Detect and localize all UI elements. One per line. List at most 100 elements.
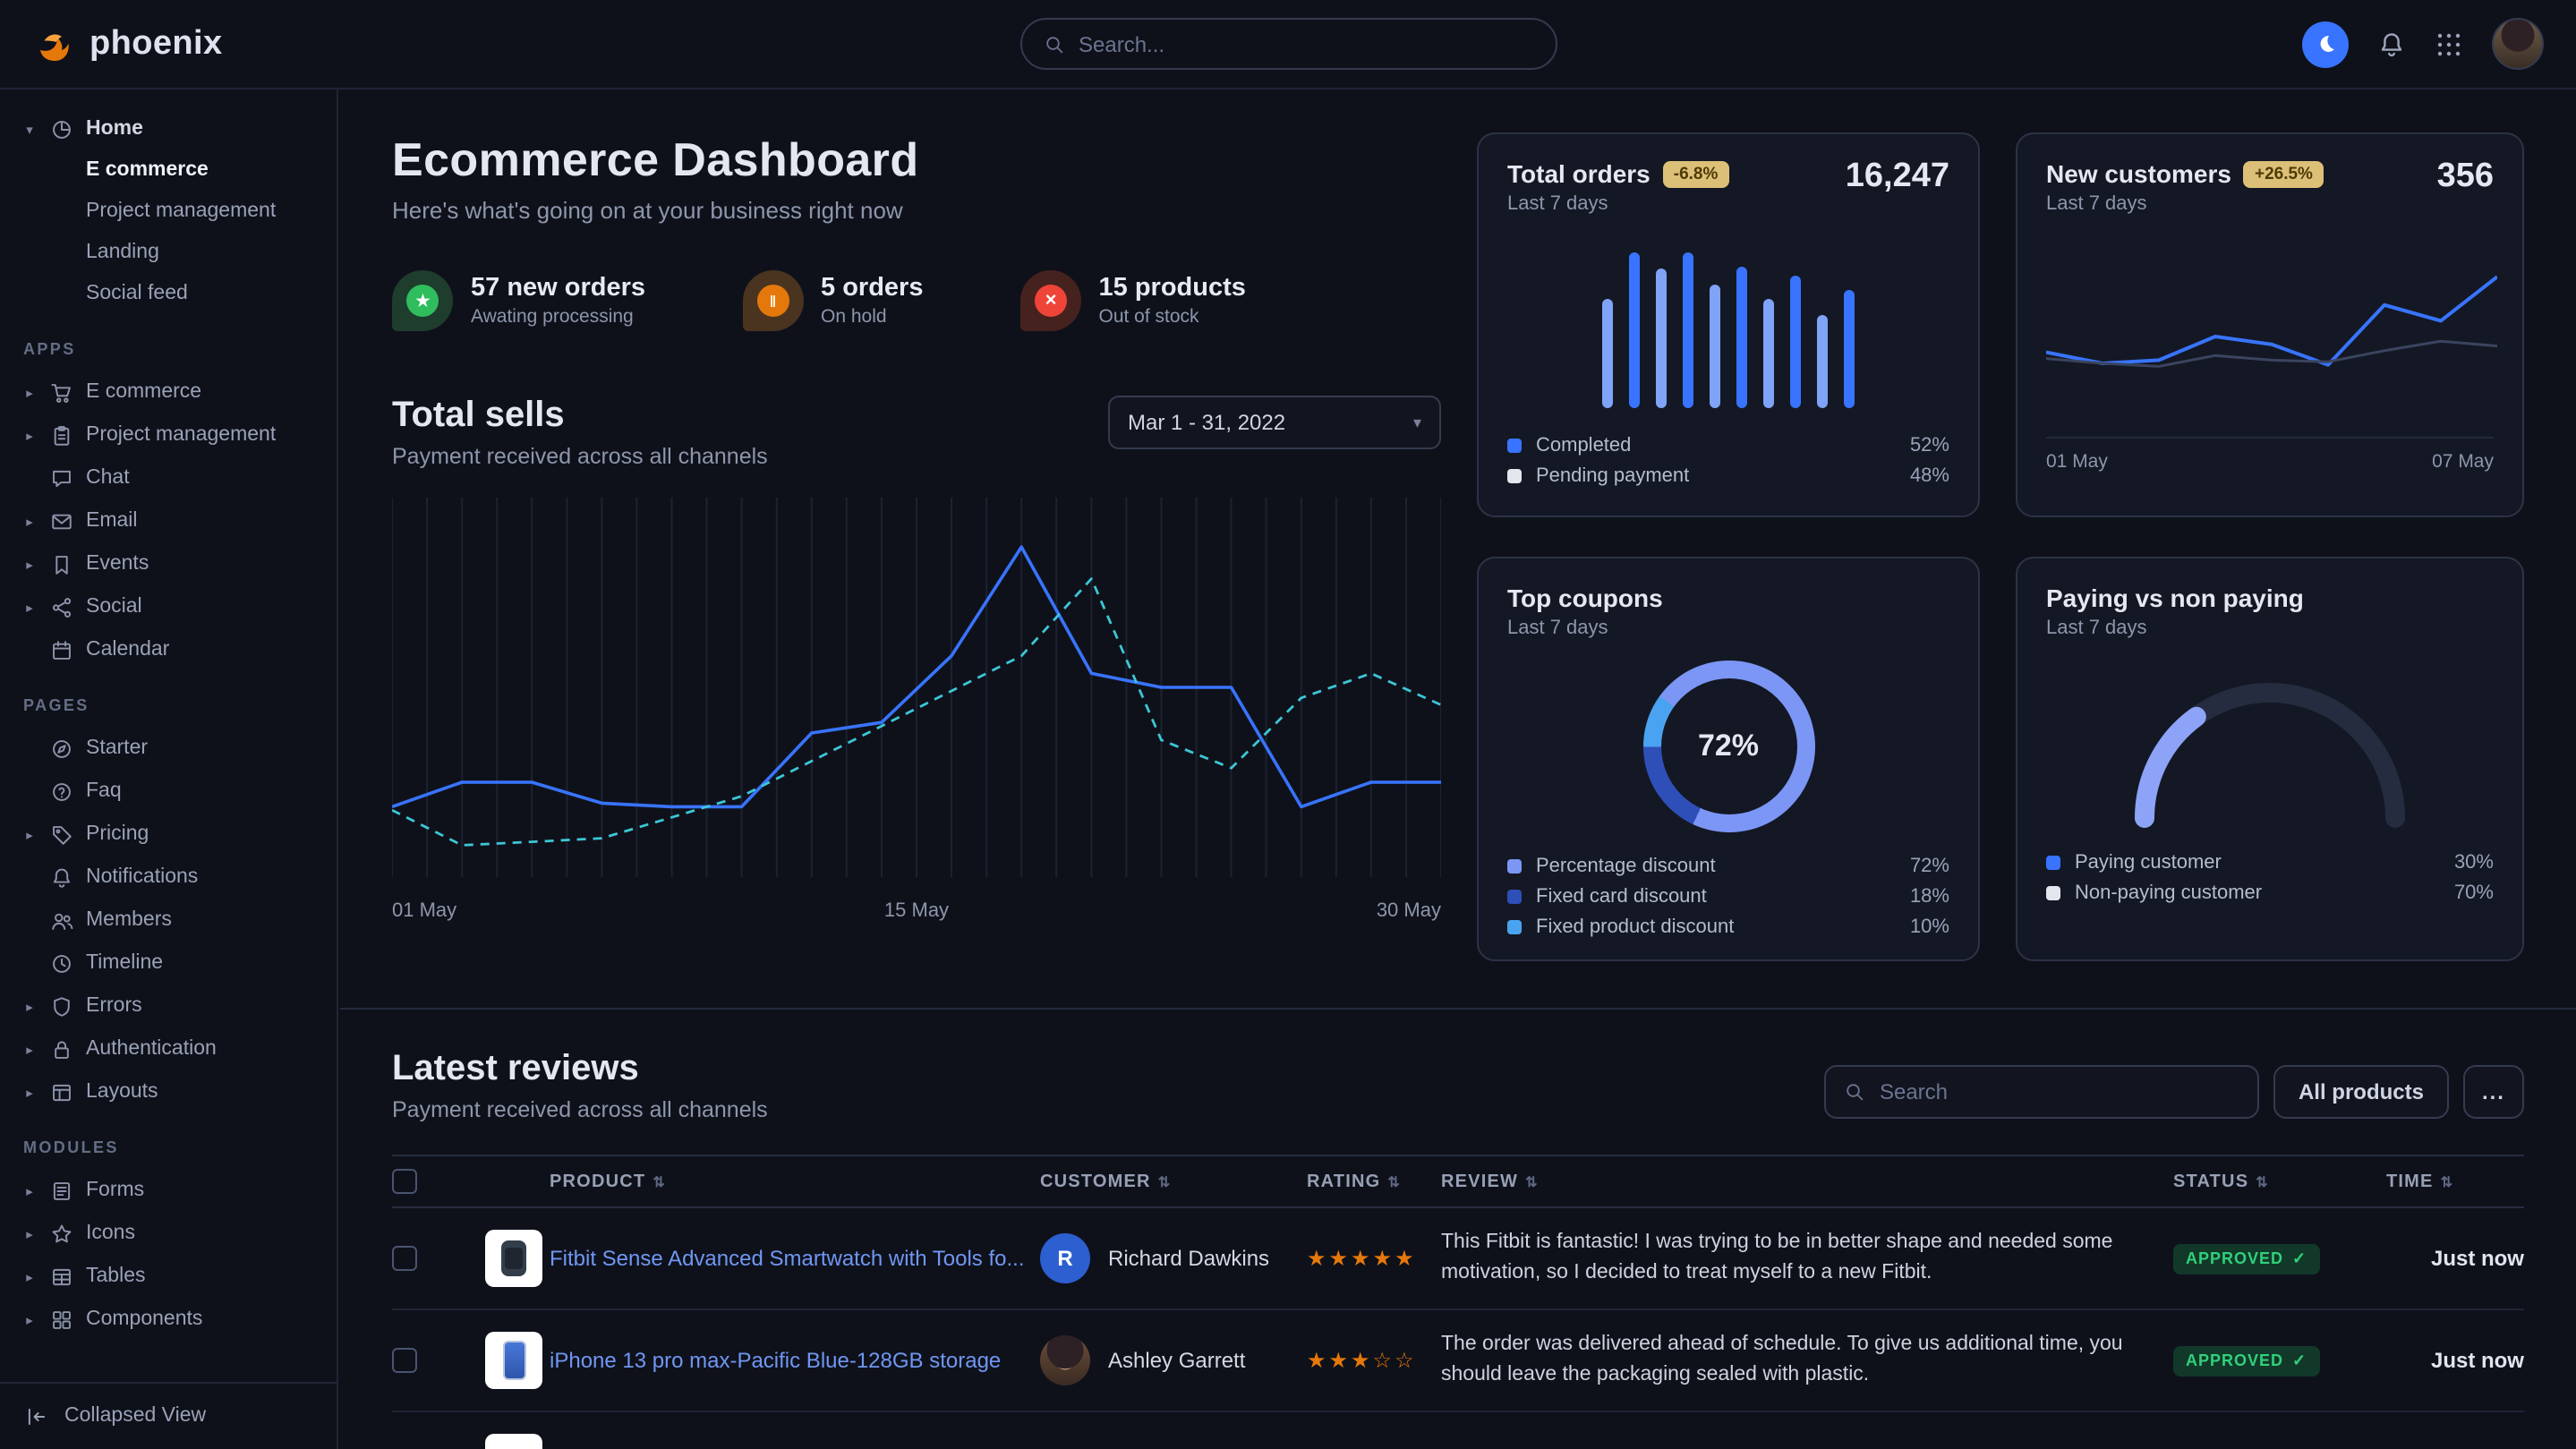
stat-out-of-stock: ×15 productsOut of stock xyxy=(1020,270,1246,331)
sidebar-item-notifications[interactable]: Notifications xyxy=(21,856,315,899)
column-header-status[interactable]: STATUS⇅ xyxy=(2173,1172,2386,1191)
sidebar-subitem-social-feed[interactable]: Social feed xyxy=(21,274,315,315)
sidebar-item-layouts[interactable]: ▸Layouts xyxy=(21,1070,315,1113)
stats-row: ★57 new ordersAwating processing||5 orde… xyxy=(392,270,1441,331)
star-icon: ★ xyxy=(406,285,439,317)
card-top-coupons: Top coupons Last 7 days 72% Percentage d… xyxy=(1477,557,1980,961)
compass-icon xyxy=(50,737,73,760)
legend-swatch xyxy=(2046,855,2060,869)
sidebar-subitem-e-commerce[interactable]: E commerce xyxy=(21,150,315,192)
row-checkbox[interactable] xyxy=(392,1246,417,1271)
reviews-search[interactable] xyxy=(1824,1065,2259,1119)
global-search[interactable] xyxy=(1019,18,1557,70)
sidebar-item-components[interactable]: ▸Components xyxy=(21,1298,315,1341)
row-checkbox[interactable] xyxy=(392,1348,417,1373)
product-thumbnail[interactable] xyxy=(485,1230,542,1287)
sidebar-item-members[interactable]: Members xyxy=(21,899,315,942)
legend-value: 10% xyxy=(1910,916,1949,937)
brand[interactable]: phoenix xyxy=(32,22,223,65)
apps-grid-icon[interactable] xyxy=(2435,30,2463,58)
sidebar-item-pricing[interactable]: ▸Pricing xyxy=(21,813,315,856)
rating-stars: ★★★★★ xyxy=(1307,1246,1417,1271)
sidebar-item-icons[interactable]: ▸Icons xyxy=(21,1212,315,1255)
question-circle-icon xyxy=(50,780,73,803)
sidebar-item-timeline[interactable]: Timeline xyxy=(21,942,315,984)
sidebar-item-errors[interactable]: ▸Errors xyxy=(21,984,315,1027)
gauge-svg xyxy=(2118,664,2422,832)
search-input[interactable] xyxy=(1079,31,1533,56)
sidebar-item-label: Social xyxy=(86,596,142,618)
total-sells-svg xyxy=(392,498,1441,877)
reviews-search-input[interactable] xyxy=(1880,1079,2239,1104)
kpi-cards-grid: Total orders -6.8% Last 7 days 16,247 Co… xyxy=(1477,132,2524,961)
bell-icon xyxy=(50,865,73,889)
bookmark-icon xyxy=(50,552,73,575)
sidebar-item-calendar[interactable]: Calendar xyxy=(21,628,315,671)
sidebar-item-e-commerce[interactable]: ▸E commerce xyxy=(21,371,315,413)
sidebar-item-chat[interactable]: Chat xyxy=(21,456,315,499)
reviews-table-body: Fitbit Sense Advanced Smartwatch with To… xyxy=(392,1208,2524,1449)
sort-icon: ⇅ xyxy=(2441,1173,2454,1189)
chevron-right-icon: ▸ xyxy=(21,513,38,529)
legend-swatch xyxy=(1507,468,1522,482)
stat-blob: || xyxy=(742,270,803,331)
product-thumbnail[interactable] xyxy=(485,1332,542,1389)
legend-label: Non-paying customer xyxy=(2075,882,2262,903)
sidebar-nav: ▾HomeE commerceProject managementLanding… xyxy=(21,107,315,1341)
date-range-select[interactable]: Mar 1 - 31, 2022 ▾ xyxy=(1108,396,1441,449)
share-nodes-icon xyxy=(50,595,73,618)
legend-value: 30% xyxy=(2454,851,2494,873)
card-paying-vs-nonpaying: Paying vs non paying Last 7 days Paying … xyxy=(2016,557,2524,961)
shield-icon xyxy=(50,994,73,1018)
sidebar-subitem-landing[interactable]: Landing xyxy=(21,233,315,274)
sidebar-item-label: Timeline xyxy=(86,952,163,974)
product-thumbnail[interactable] xyxy=(485,1434,542,1449)
all-products-button[interactable]: All products xyxy=(2273,1065,2449,1119)
sidebar-item-project-management[interactable]: ▸Project management xyxy=(21,413,315,456)
stat-caption: On hold xyxy=(821,306,923,328)
legend-value: 72% xyxy=(1910,855,1949,876)
sidebar-item-forms[interactable]: ▸Forms xyxy=(21,1169,315,1212)
clock-icon xyxy=(50,951,73,975)
column-header-time[interactable]: TIME⇅ xyxy=(2386,1172,2524,1191)
collapsed-view-toggle[interactable]: Collapsed View xyxy=(0,1381,337,1449)
sidebar-item-home[interactable]: ▾Home xyxy=(21,107,315,150)
check-icon: ✓ xyxy=(2292,1249,2307,1266)
select-all-checkbox[interactable] xyxy=(392,1169,417,1194)
sidebar-item-label: Calendar xyxy=(86,639,169,661)
clipboard-icon xyxy=(50,423,73,447)
column-header-review[interactable]: REVIEW⇅ xyxy=(1441,1172,2173,1191)
sidebar-item-authentication[interactable]: ▸Authentication xyxy=(21,1027,315,1070)
legend-label: Completed xyxy=(1536,434,1631,456)
review-time: Just now xyxy=(2386,1348,2524,1373)
trend-badge: +26.5% xyxy=(2244,160,2324,187)
column-header-customer[interactable]: CUSTOMER⇅ xyxy=(1040,1172,1307,1191)
chevron-right-icon: ▸ xyxy=(21,1084,38,1100)
sidebar-item-social[interactable]: ▸Social xyxy=(21,585,315,628)
sidebar-item-tables[interactable]: ▸Tables xyxy=(21,1255,315,1298)
sidebar-item-email[interactable]: ▸Email xyxy=(21,499,315,542)
review-row: iPhone 13 pro max-Pacific Blue-128GB sto… xyxy=(392,1310,2524,1412)
sidebar-subitem-project-management[interactable]: Project management xyxy=(21,192,315,233)
pause-icon: || xyxy=(756,285,789,317)
stat-value: 5 orders xyxy=(821,274,923,303)
more-options-button[interactable]: ... xyxy=(2463,1065,2524,1119)
sidebar-item-starter[interactable]: Starter xyxy=(21,727,315,770)
product-link[interactable]: Fitbit Sense Advanced Smartwatch with To… xyxy=(550,1246,1040,1271)
product-link[interactable]: iPhone 13 pro max-Pacific Blue-128GB sto… xyxy=(550,1348,1026,1373)
status-badge: APPROVED ✓ xyxy=(2173,1243,2319,1274)
column-header-rating[interactable]: RATING⇅ xyxy=(1307,1172,1441,1191)
card-total-orders: Total orders -6.8% Last 7 days 16,247 Co… xyxy=(1477,132,1980,517)
user-avatar[interactable] xyxy=(2492,18,2544,70)
bell-icon[interactable] xyxy=(2377,30,2406,58)
chevron-down-icon: ▾ xyxy=(21,121,38,137)
coupons-donut-chart: 72% xyxy=(1642,661,1814,832)
sidebar-item-faq[interactable]: Faq xyxy=(21,770,315,813)
theme-toggle-button[interactable] xyxy=(2302,21,2349,67)
order-bar xyxy=(1710,285,1720,408)
app-root: phoenix ▾HomeE commerceProject managemen… xyxy=(0,0,2576,1449)
sidebar-item-events[interactable]: ▸Events xyxy=(21,542,315,585)
sidebar-item-label: Tables xyxy=(86,1266,146,1287)
form-input-icon xyxy=(50,1179,73,1202)
column-header-product[interactable]: PRODUCT⇅ xyxy=(550,1172,1040,1191)
